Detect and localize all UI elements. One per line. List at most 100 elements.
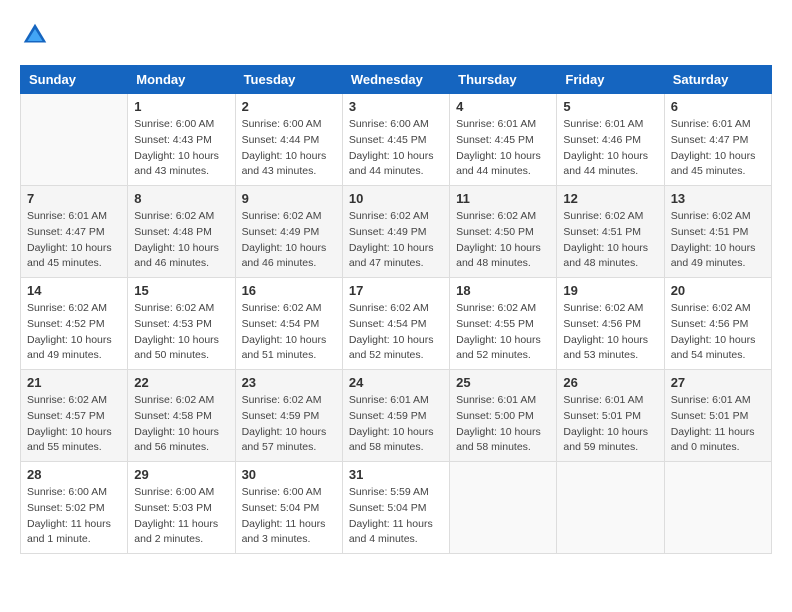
calendar-cell: 29 Sunrise: 6:00 AM Sunset: 5:03 PM Dayli… bbox=[128, 462, 235, 554]
calendar-cell: 28 Sunrise: 6:00 AM Sunset: 5:02 PM Dayli… bbox=[21, 462, 128, 554]
calendar-cell: 16 Sunrise: 6:02 AM Sunset: 4:54 PM Dayli… bbox=[235, 278, 342, 370]
day-info: Sunrise: 5:59 AM Sunset: 5:04 PM Dayligh… bbox=[349, 485, 443, 548]
day-number: 13 bbox=[671, 191, 765, 206]
day-info: Sunrise: 6:02 AM Sunset: 4:51 PM Dayligh… bbox=[563, 209, 657, 272]
calendar-cell: 18 Sunrise: 6:02 AM Sunset: 4:55 PM Dayli… bbox=[450, 278, 557, 370]
day-number: 30 bbox=[242, 467, 336, 482]
weekday-header-monday: Monday bbox=[128, 66, 235, 94]
day-number: 18 bbox=[456, 283, 550, 298]
day-info: Sunrise: 6:00 AM Sunset: 5:03 PM Dayligh… bbox=[134, 485, 228, 548]
day-number: 1 bbox=[134, 99, 228, 114]
calendar-week-row: 21Sunrise: 6:02 AM Sunset: 4:57 PM Dayli… bbox=[21, 370, 772, 462]
day-info: Sunrise: 6:01 AM Sunset: 4:47 PM Dayligh… bbox=[671, 117, 765, 180]
day-info: Sunrise: 6:02 AM Sunset: 4:49 PM Dayligh… bbox=[349, 209, 443, 272]
day-number: 15 bbox=[134, 283, 228, 298]
calendar-cell: 30 Sunrise: 6:00 AM Sunset: 5:04 PM Dayli… bbox=[235, 462, 342, 554]
day-info: Sunrise: 6:00 AM Sunset: 4:43 PM Dayligh… bbox=[134, 117, 228, 180]
day-info: Sunrise: 6:02 AM Sunset: 4:56 PM Dayligh… bbox=[563, 301, 657, 364]
day-number: 5 bbox=[563, 99, 657, 114]
day-number: 29 bbox=[134, 467, 228, 482]
calendar-cell: 1 Sunrise: 6:00 AM Sunset: 4:43 PM Daylig… bbox=[128, 94, 235, 186]
day-info: Sunrise: 6:00 AM Sunset: 5:02 PM Dayligh… bbox=[27, 485, 121, 548]
calendar-cell: 23 Sunrise: 6:02 AM Sunset: 4:59 PM Dayli… bbox=[235, 370, 342, 462]
calendar-cell: 24 Sunrise: 6:01 AM Sunset: 4:59 PM Dayli… bbox=[342, 370, 449, 462]
day-info: Sunrise: 6:02 AM Sunset: 4:50 PM Dayligh… bbox=[456, 209, 550, 272]
calendar-cell: 26 Sunrise: 6:01 AM Sunset: 5:01 PM Dayli… bbox=[557, 370, 664, 462]
day-info: Sunrise: 6:01 AM Sunset: 4:59 PM Dayligh… bbox=[349, 393, 443, 456]
weekday-header-sunday: Sunday bbox=[21, 66, 128, 94]
day-info: Sunrise: 6:01 AM Sunset: 5:01 PM Dayligh… bbox=[671, 393, 765, 456]
calendar-cell: 3 Sunrise: 6:00 AM Sunset: 4:45 PM Daylig… bbox=[342, 94, 449, 186]
calendar-cell: 20 Sunrise: 6:02 AM Sunset: 4:56 PM Dayli… bbox=[664, 278, 771, 370]
calendar-week-row: 14Sunrise: 6:02 AM Sunset: 4:52 PM Dayli… bbox=[21, 278, 772, 370]
day-info: Sunrise: 6:00 AM Sunset: 4:44 PM Dayligh… bbox=[242, 117, 336, 180]
day-number: 31 bbox=[349, 467, 443, 482]
day-number: 25 bbox=[456, 375, 550, 390]
calendar-cell: 2 Sunrise: 6:00 AM Sunset: 4:44 PM Daylig… bbox=[235, 94, 342, 186]
day-number: 14 bbox=[27, 283, 121, 298]
day-number: 4 bbox=[456, 99, 550, 114]
day-number: 12 bbox=[563, 191, 657, 206]
day-info: Sunrise: 6:02 AM Sunset: 4:58 PM Dayligh… bbox=[134, 393, 228, 456]
calendar-cell: 14Sunrise: 6:02 AM Sunset: 4:52 PM Dayli… bbox=[21, 278, 128, 370]
day-number: 2 bbox=[242, 99, 336, 114]
calendar-cell: 7 Sunrise: 6:01 AM Sunset: 4:47 PM Daylig… bbox=[21, 186, 128, 278]
day-number: 16 bbox=[242, 283, 336, 298]
day-info: Sunrise: 6:02 AM Sunset: 4:48 PM Dayligh… bbox=[134, 209, 228, 272]
day-number: 11 bbox=[456, 191, 550, 206]
day-info: Sunrise: 6:00 AM Sunset: 4:45 PM Dayligh… bbox=[349, 117, 443, 180]
calendar-cell: 6 Sunrise: 6:01 AM Sunset: 4:47 PM Daylig… bbox=[664, 94, 771, 186]
calendar-cell bbox=[557, 462, 664, 554]
day-number: 19 bbox=[563, 283, 657, 298]
weekday-header-friday: Friday bbox=[557, 66, 664, 94]
day-number: 7 bbox=[27, 191, 121, 206]
calendar-cell: 25Sunrise: 6:01 AM Sunset: 5:00 PM Dayli… bbox=[450, 370, 557, 462]
calendar-week-row: 28 Sunrise: 6:00 AM Sunset: 5:02 PM Dayli… bbox=[21, 462, 772, 554]
day-info: Sunrise: 6:00 AM Sunset: 5:04 PM Dayligh… bbox=[242, 485, 336, 548]
day-info: Sunrise: 6:02 AM Sunset: 4:56 PM Dayligh… bbox=[671, 301, 765, 364]
day-number: 8 bbox=[134, 191, 228, 206]
calendar-header-row: SundayMondayTuesdayWednesdayThursdayFrid… bbox=[21, 66, 772, 94]
calendar-cell: 15 Sunrise: 6:02 AM Sunset: 4:53 PM Dayli… bbox=[128, 278, 235, 370]
calendar-cell: 4 Sunrise: 6:01 AM Sunset: 4:45 PM Daylig… bbox=[450, 94, 557, 186]
calendar-table: SundayMondayTuesdayWednesdayThursdayFrid… bbox=[20, 65, 772, 554]
logo bbox=[20, 20, 52, 50]
logo-icon bbox=[20, 20, 50, 50]
calendar-cell bbox=[664, 462, 771, 554]
day-info: Sunrise: 6:01 AM Sunset: 4:45 PM Dayligh… bbox=[456, 117, 550, 180]
day-info: Sunrise: 6:02 AM Sunset: 4:59 PM Dayligh… bbox=[242, 393, 336, 456]
day-info: Sunrise: 6:01 AM Sunset: 4:47 PM Dayligh… bbox=[27, 209, 121, 272]
calendar-cell bbox=[21, 94, 128, 186]
calendar-cell: 17Sunrise: 6:02 AM Sunset: 4:54 PM Dayli… bbox=[342, 278, 449, 370]
calendar-cell: 19 Sunrise: 6:02 AM Sunset: 4:56 PM Dayli… bbox=[557, 278, 664, 370]
day-number: 27 bbox=[671, 375, 765, 390]
day-number: 6 bbox=[671, 99, 765, 114]
calendar-cell: 27 Sunrise: 6:01 AM Sunset: 5:01 PM Dayli… bbox=[664, 370, 771, 462]
day-number: 21 bbox=[27, 375, 121, 390]
day-info: Sunrise: 6:02 AM Sunset: 4:51 PM Dayligh… bbox=[671, 209, 765, 272]
day-info: Sunrise: 6:02 AM Sunset: 4:53 PM Dayligh… bbox=[134, 301, 228, 364]
day-number: 26 bbox=[563, 375, 657, 390]
day-number: 9 bbox=[242, 191, 336, 206]
calendar-cell: 31 Sunrise: 5:59 AM Sunset: 5:04 PM Dayli… bbox=[342, 462, 449, 554]
calendar-cell: 11 Sunrise: 6:02 AM Sunset: 4:50 PM Dayli… bbox=[450, 186, 557, 278]
day-number: 22 bbox=[134, 375, 228, 390]
calendar-cell: 13 Sunrise: 6:02 AM Sunset: 4:51 PM Dayli… bbox=[664, 186, 771, 278]
day-info: Sunrise: 6:02 AM Sunset: 4:54 PM Dayligh… bbox=[349, 301, 443, 364]
day-number: 28 bbox=[27, 467, 121, 482]
day-number: 20 bbox=[671, 283, 765, 298]
day-info: Sunrise: 6:02 AM Sunset: 4:49 PM Dayligh… bbox=[242, 209, 336, 272]
day-info: Sunrise: 6:02 AM Sunset: 4:54 PM Dayligh… bbox=[242, 301, 336, 364]
day-number: 3 bbox=[349, 99, 443, 114]
calendar-cell: 8 Sunrise: 6:02 AM Sunset: 4:48 PM Daylig… bbox=[128, 186, 235, 278]
calendar-cell: 21Sunrise: 6:02 AM Sunset: 4:57 PM Dayli… bbox=[21, 370, 128, 462]
calendar-cell bbox=[450, 462, 557, 554]
day-number: 24 bbox=[349, 375, 443, 390]
calendar-cell: 5Sunrise: 6:01 AM Sunset: 4:46 PM Daylig… bbox=[557, 94, 664, 186]
page-header bbox=[20, 20, 772, 50]
day-info: Sunrise: 6:01 AM Sunset: 5:01 PM Dayligh… bbox=[563, 393, 657, 456]
day-number: 10 bbox=[349, 191, 443, 206]
calendar-cell: 10 Sunrise: 6:02 AM Sunset: 4:49 PM Dayli… bbox=[342, 186, 449, 278]
day-number: 23 bbox=[242, 375, 336, 390]
day-info: Sunrise: 6:02 AM Sunset: 4:55 PM Dayligh… bbox=[456, 301, 550, 364]
